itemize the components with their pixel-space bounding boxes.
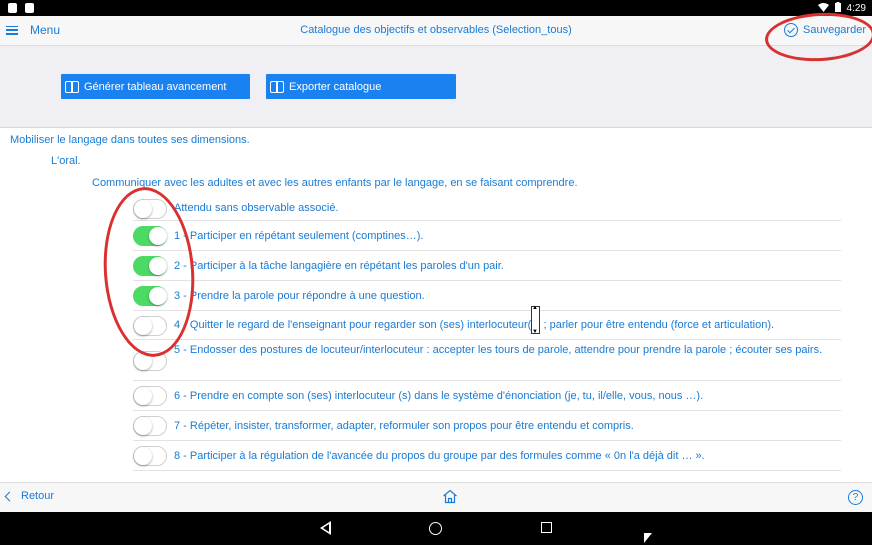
observable-label: 3 - Prendre la parole pour répondre à un… <box>174 290 425 302</box>
observable-row: 5 - Endosser des postures de locuteur/in… <box>133 340 841 381</box>
save-button[interactable]: Sauvegarder <box>784 23 866 37</box>
scroll-handle[interactable] <box>531 305 540 335</box>
bottom-bar: Retour ? <box>0 482 872 512</box>
observable-toggle[interactable] <box>133 226 167 246</box>
back-button[interactable]: Retour <box>4 490 55 502</box>
observable-toggle[interactable] <box>133 351 167 371</box>
toggle-knob <box>149 287 167 305</box>
observable-row: 2 - Participer à la tâche langagière en … <box>133 251 841 281</box>
notification-icon <box>8 3 17 13</box>
generate-progress-table-button[interactable]: Générer tableau avancement <box>61 74 250 99</box>
observable-label: 5 - Endosser des postures de locuteur/in… <box>174 344 823 356</box>
export-catalogue-button[interactable]: Exporter catalogue <box>266 74 456 99</box>
observable-row: 1 - Participer en répétant seulement (co… <box>133 221 841 251</box>
home-icon <box>443 489 457 504</box>
toggle-knob <box>134 352 152 370</box>
back-label: Retour <box>21 490 55 502</box>
check-circle-icon <box>784 23 798 37</box>
observable-label: 1 - Participer en répétant seulement (co… <box>174 230 424 242</box>
status-bar: 4:29 <box>0 0 872 16</box>
android-icon <box>25 3 34 13</box>
domain-heading: Mobiliser le langage dans toutes ses dim… <box>10 134 250 146</box>
observable-toggle[interactable] <box>133 316 167 336</box>
book-icon <box>65 81 79 93</box>
observable-toggle[interactable] <box>133 416 167 436</box>
observable-row: Attendu sans observable associé. <box>133 196 841 221</box>
system-nav-bar <box>0 512 872 545</box>
action-toolbar: Générer tableau avancement Exporter cata… <box>0 46 872 128</box>
help-button[interactable]: ? <box>848 490 863 505</box>
observable-toggle[interactable] <box>133 286 167 306</box>
nav-home-icon[interactable] <box>429 522 442 535</box>
battery-icon <box>834 2 841 15</box>
book-icon <box>270 81 284 93</box>
generate-label: Générer tableau avancement <box>84 80 227 93</box>
observable-row: 7 - Répéter, insister, transformer, adap… <box>133 411 841 441</box>
nav-back-icon[interactable] <box>320 521 331 535</box>
observable-row: 6 - Prendre en compte son (ses) interloc… <box>133 381 841 411</box>
observable-label: 4 - Quitter le regard de l'enseignant po… <box>174 319 775 331</box>
toggle-knob <box>134 317 152 335</box>
observable-label: 8 - Participer à la régulation de l'avan… <box>174 450 705 462</box>
observable-row: 4 - Quitter le regard de l'enseignant po… <box>133 311 841 340</box>
clock: 4:29 <box>846 2 866 14</box>
observable-row: 3 - Prendre la parole pour répondre à un… <box>133 281 841 311</box>
observable-label: 7 - Répéter, insister, transformer, adap… <box>174 420 634 432</box>
observable-label: Attendu sans observable associé. <box>174 202 339 214</box>
page-title: Catalogue des objectifs et observables (… <box>300 24 572 36</box>
observable-toggle[interactable] <box>133 256 167 276</box>
toggle-knob <box>149 227 167 245</box>
observable-label: 2 - Participer à la tâche langagière en … <box>174 260 504 272</box>
observable-toggle[interactable] <box>133 199 167 219</box>
app-header: Menu Catalogue des objectifs et observab… <box>0 16 872 46</box>
chevron-left-icon <box>4 491 15 501</box>
toggle-knob <box>134 387 152 405</box>
observable-row: 8 - Participer à la régulation de l'avan… <box>133 441 841 471</box>
observable-toggle[interactable] <box>133 446 167 466</box>
observable-toggle[interactable] <box>133 386 167 406</box>
nav-recents-icon[interactable] <box>541 522 552 533</box>
wifi-icon <box>817 2 829 15</box>
export-label: Exporter catalogue <box>289 80 382 93</box>
catalogue-list[interactable]: Mobiliser le langage dans toutes ses dim… <box>0 129 872 482</box>
objective-heading: Communiquer avec les adultes et avec les… <box>92 177 578 189</box>
toggle-knob <box>134 417 152 435</box>
toggle-knob <box>134 447 152 465</box>
toggle-knob <box>149 257 167 275</box>
toggle-knob <box>134 200 152 218</box>
home-button[interactable] <box>442 489 458 509</box>
save-label: Sauvegarder <box>803 24 866 36</box>
mouse-cursor-icon <box>644 533 652 543</box>
observable-label: 6 - Prendre en compte son (ses) interloc… <box>174 390 704 402</box>
subdomain-heading: L'oral. <box>51 155 81 167</box>
